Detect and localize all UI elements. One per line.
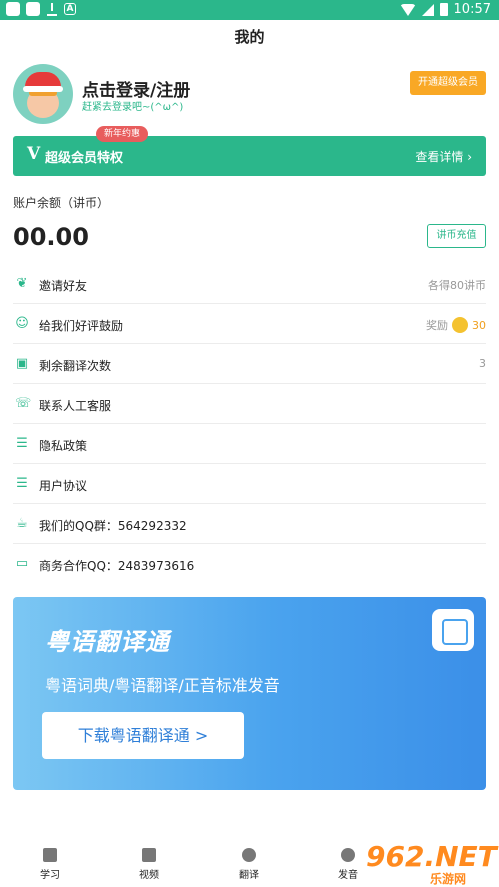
- tab-translate[interactable]: 翻译: [219, 848, 279, 881]
- wifi-icon: [399, 3, 416, 16]
- battery-icon: [439, 3, 448, 16]
- menu-item-customer-service[interactable]: ☏ 联系人工客服: [13, 384, 486, 424]
- menu-item-label: 我们的QQ群：564292332: [39, 519, 187, 533]
- service-icon: ☏: [15, 396, 32, 411]
- avatar[interactable]: [13, 64, 73, 124]
- menu-item-business-qq[interactable]: ▭ 商务合作QQ：2483973616: [13, 544, 486, 584]
- vip-privileges-banner[interactable]: V 超级会员特权 查看详情 ›: [13, 136, 486, 176]
- menu-item-rate-us[interactable]: ☺ 给我们好评鼓励 奖励 30: [13, 304, 486, 344]
- balance-value: 00.00: [13, 223, 89, 251]
- app-logo-icon: [432, 609, 474, 651]
- download-app-button[interactable]: 下载粤语翻译通 >: [42, 712, 244, 759]
- menu-item-label: 用户协议: [39, 479, 88, 493]
- menu-item-label: 给我们好评鼓励: [39, 319, 124, 333]
- menu-item-value: 奖励 30: [426, 317, 486, 333]
- list-icon: ☰: [16, 476, 28, 491]
- login-subtitle: 赶紧去登录吧~(^ω^): [82, 102, 184, 113]
- signal-icon: [421, 3, 434, 16]
- menu-item-privacy-policy[interactable]: ☰ 隐私政策: [13, 424, 486, 464]
- app-notification-icon: [6, 2, 20, 16]
- menu-item-label: 隐私政策: [39, 439, 88, 453]
- open-vip-button[interactable]: 开通超级会员: [410, 71, 486, 95]
- menu-item-user-agreement[interactable]: ☰ 用户协议: [13, 464, 486, 504]
- list-icon: ☰: [16, 436, 28, 451]
- status-bar: A 10:57: [0, 0, 499, 20]
- sprout-icon: ❦: [16, 276, 28, 291]
- settings-menu: ❦ 邀请好友 各得80讲币 ☺ 给我们好评鼓励 奖励 30 ▣ 剩余翻译次数 3…: [13, 264, 486, 584]
- tab-study[interactable]: 学习: [20, 848, 80, 881]
- menu-item-label: 商务合作QQ：2483973616: [39, 559, 195, 573]
- video-icon: [142, 848, 156, 862]
- promo-title: 粤语翻译通: [45, 628, 170, 656]
- reward-amount: 30: [472, 318, 486, 332]
- people-icon: ☺: [15, 316, 29, 331]
- a-notification-icon: A: [64, 3, 76, 15]
- menu-item-label: 联系人工客服: [39, 399, 112, 413]
- translate-count-icon: ▣: [15, 356, 29, 371]
- menu-item-remaining-translations[interactable]: ▣ 剩余翻译次数 3: [13, 344, 486, 384]
- view-details-link[interactable]: 查看详情 ›: [415, 148, 472, 165]
- menu-item-invite-friends[interactable]: ❦ 邀请好友 各得80讲币: [13, 264, 486, 304]
- menu-item-value: 各得80讲币: [428, 279, 486, 292]
- vip-icon: V: [27, 144, 41, 164]
- cup-icon: ☕: [16, 516, 28, 531]
- menu-item-qq-group[interactable]: ☕ 我们的QQ群：564292332: [13, 504, 486, 544]
- vip-banner-title: 超级会员特权: [45, 151, 124, 166]
- promo-subtitle: 粤语词典/粤语翻译/正音标准发音: [45, 676, 280, 695]
- new-year-badge: 新年约惠: [96, 126, 149, 142]
- briefcase-icon: ▭: [15, 556, 29, 571]
- tab-video[interactable]: 视频: [119, 848, 179, 881]
- coin-icon: [452, 317, 468, 333]
- translate-icon: [242, 848, 256, 862]
- page-title: 我的: [234, 28, 265, 46]
- watermark-logo: 962.NET 乐游网: [366, 840, 497, 886]
- menu-item-label: 剩余翻译次数: [39, 359, 112, 373]
- clock: 10:57: [453, 2, 491, 17]
- promo-banner[interactable]: 粤语翻译通 粤语词典/粤语翻译/正音标准发音 下载粤语翻译通 >: [13, 597, 486, 790]
- balance-label: 账户余额（讲币）: [13, 196, 110, 210]
- menu-item-value: 3: [479, 357, 486, 370]
- reward-label: 奖励: [426, 319, 448, 332]
- book-icon: [43, 848, 57, 862]
- recharge-button[interactable]: 讲币充值: [427, 224, 486, 248]
- menu-item-label: 邀请好友: [39, 279, 88, 293]
- download-icon: [46, 2, 58, 16]
- square-notification-icon: [26, 2, 40, 16]
